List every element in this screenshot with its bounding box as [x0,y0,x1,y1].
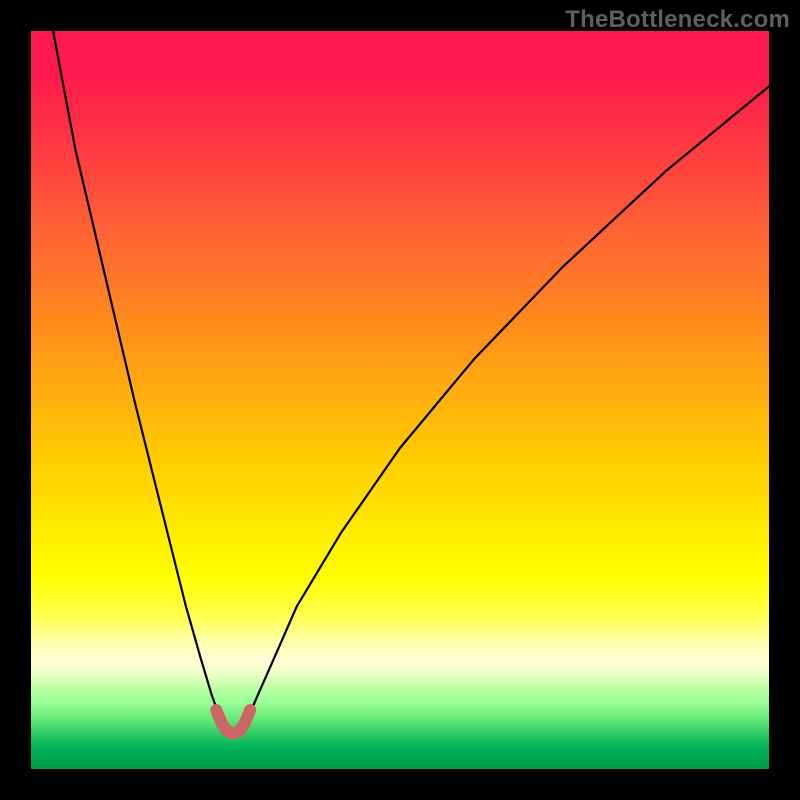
chart-svg [31,31,769,769]
bottleneck-curve-line [53,31,769,735]
chart-plot-area [31,31,769,769]
watermark-text: TheBottleneck.com [565,6,790,34]
bottleneck-curve-valley-accent [216,710,250,734]
